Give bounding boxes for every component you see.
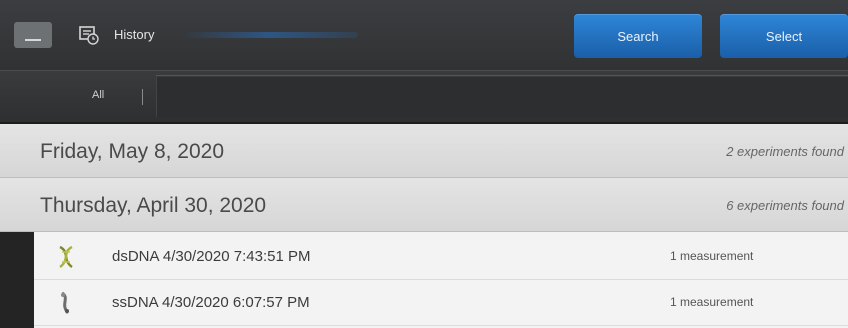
search-button-label: Search: [617, 28, 659, 44]
measurement-count: 1 measurement: [670, 249, 754, 263]
measurement-count: 1 measurement: [670, 295, 754, 309]
search-button[interactable]: Search: [574, 14, 702, 58]
filter-tab-all[interactable]: All: [92, 89, 104, 101]
menu-button[interactable]: [14, 22, 52, 48]
list-item[interactable]: dsDNA 4/30/2020 7:43:51 PM 1 measurement: [34, 234, 848, 280]
group-count: 6 experiments found: [726, 198, 844, 213]
date-group-header[interactable]: Friday, May 8, 2020 2 experiments found: [0, 124, 848, 178]
filter-divider: [142, 89, 143, 105]
experiment-list: dsDNA 4/30/2020 7:43:51 PM 1 measurement…: [0, 232, 848, 328]
filter-top-line: [156, 75, 848, 76]
menu-icon: [25, 39, 41, 41]
filter-input[interactable]: [156, 77, 848, 117]
page-title: History: [114, 27, 155, 42]
group-date: Friday, May 8, 2020: [40, 140, 225, 163]
date-group-header[interactable]: Thursday, April 30, 2020 6 experiments f…: [0, 178, 848, 232]
list-gutter: [0, 232, 34, 328]
dsdna-icon: [59, 245, 73, 268]
top-toolbar: History Search Select: [0, 0, 848, 70]
select-button-label: Select: [765, 28, 803, 44]
experiment-name: dsDNA 4/30/2020 7:43:51 PM: [112, 248, 311, 265]
select-button[interactable]: Select: [720, 14, 848, 58]
list-item[interactable]: ssDNA 4/30/2020 6:07:57 PM 1 measurement: [34, 280, 848, 326]
title-underline-accent: [180, 32, 358, 38]
filter-bar: All: [0, 70, 848, 122]
history-icon: [79, 26, 99, 45]
experiment-name: ssDNA 4/30/2020 6:07:57 PM: [112, 294, 310, 311]
ssdna-icon: [61, 291, 70, 314]
group-count: 2 experiments found: [726, 144, 844, 159]
group-date: Thursday, April 30, 2020: [40, 194, 267, 217]
